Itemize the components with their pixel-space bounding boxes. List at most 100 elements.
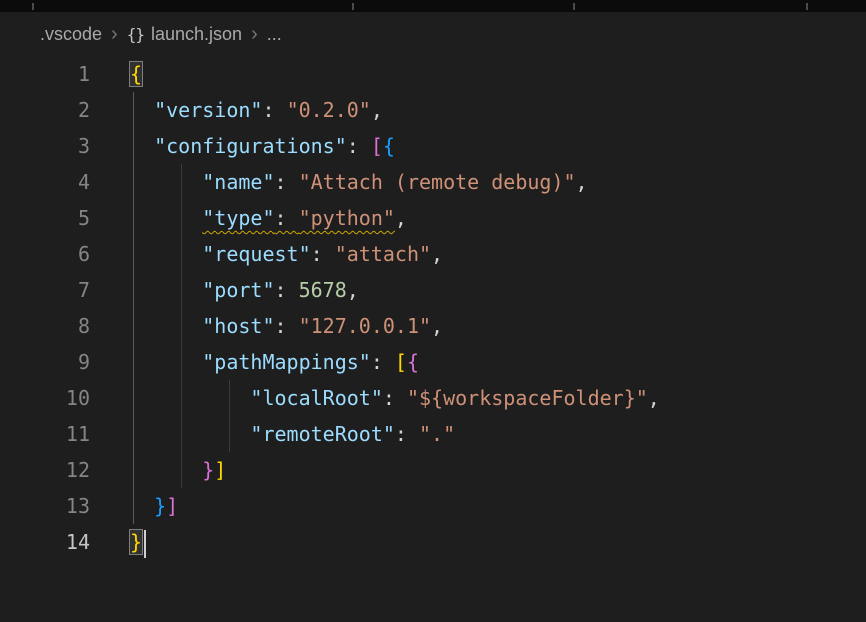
code-text[interactable]: "pathMappings": [{ bbox=[90, 344, 419, 380]
code-text[interactable]: }] bbox=[90, 452, 226, 488]
breadcrumb: .vscode › {} launch.json › ... bbox=[0, 12, 866, 56]
code-token: "Attach (remote debug)" bbox=[299, 170, 576, 194]
code-line[interactable]: 2 "version": "0.2.0", bbox=[0, 92, 866, 128]
breadcrumb-folder[interactable]: .vscode bbox=[40, 24, 102, 45]
code-line[interactable]: 13 }] bbox=[0, 488, 866, 524]
code-line[interactable]: 9 "pathMappings": [{ bbox=[0, 344, 866, 380]
code-line[interactable]: 3 "configurations": [{ bbox=[0, 128, 866, 164]
code-token: "name" bbox=[202, 170, 274, 194]
line-number[interactable]: 7 bbox=[0, 272, 90, 308]
code-token: { bbox=[383, 134, 395, 158]
line-number[interactable]: 5 bbox=[0, 200, 90, 236]
code-token: { bbox=[407, 350, 419, 374]
code-token: "configurations" bbox=[154, 134, 347, 158]
code-token bbox=[130, 170, 202, 194]
tab-separator bbox=[573, 3, 575, 10]
indent-guide bbox=[181, 164, 182, 488]
code-token bbox=[130, 350, 202, 374]
breadcrumb-file[interactable]: launch.json bbox=[151, 24, 242, 45]
code-text[interactable]: "request": "attach", bbox=[90, 236, 443, 272]
code-token: "127.0.0.1" bbox=[299, 314, 431, 338]
code-token: , bbox=[431, 242, 443, 266]
code-token: "remoteRoot" bbox=[250, 422, 395, 446]
code-token: , bbox=[431, 314, 443, 338]
line-number[interactable]: 1 bbox=[0, 56, 90, 92]
code-line[interactable]: 4 "name": "Attach (remote debug)", bbox=[0, 164, 866, 200]
tab-separator bbox=[352, 3, 354, 10]
line-number[interactable]: 2 bbox=[0, 92, 90, 128]
code-text[interactable]: "configurations": [{ bbox=[90, 128, 395, 164]
code-token: ] bbox=[214, 458, 226, 482]
indent-guide bbox=[229, 380, 230, 452]
line-number[interactable]: 6 bbox=[0, 236, 90, 272]
line-number[interactable]: 4 bbox=[0, 164, 90, 200]
tab-separator bbox=[32, 3, 34, 10]
code-token: , bbox=[347, 278, 359, 302]
code-line[interactable]: 1{ bbox=[0, 56, 866, 92]
code-token: "port" bbox=[202, 278, 274, 302]
code-lines: 1{2 "version": "0.2.0",3 "configurations… bbox=[0, 56, 866, 560]
text-cursor bbox=[144, 530, 146, 558]
code-line[interactable]: 14} bbox=[0, 524, 866, 560]
code-token: : bbox=[371, 350, 395, 374]
code-line[interactable]: 11 "remoteRoot": "." bbox=[0, 416, 866, 452]
code-text[interactable]: { bbox=[90, 56, 142, 92]
code-token: , bbox=[648, 386, 660, 410]
line-number[interactable]: 9 bbox=[0, 344, 90, 380]
code-token: : bbox=[262, 98, 286, 122]
code-token: "python" bbox=[299, 206, 395, 230]
code-token: "type" bbox=[202, 206, 274, 230]
tab-separator bbox=[806, 3, 808, 10]
code-text[interactable]: "remoteRoot": "." bbox=[90, 416, 455, 452]
code-line[interactable]: 6 "request": "attach", bbox=[0, 236, 866, 272]
code-text[interactable]: "name": "Attach (remote debug)", bbox=[90, 164, 588, 200]
code-token bbox=[130, 242, 202, 266]
matched-bracket: { bbox=[130, 62, 142, 86]
code-token: [ bbox=[371, 134, 383, 158]
code-token bbox=[130, 386, 250, 410]
code-token bbox=[130, 278, 202, 302]
line-number[interactable]: 12 bbox=[0, 452, 90, 488]
code-text[interactable]: } bbox=[90, 524, 146, 560]
code-token: : bbox=[311, 242, 335, 266]
line-number[interactable]: 3 bbox=[0, 128, 90, 164]
code-line[interactable]: 5 "type": "python", bbox=[0, 200, 866, 236]
code-text[interactable]: "localRoot": "${workspaceFolder}", bbox=[90, 380, 660, 416]
code-line[interactable]: 7 "port": 5678, bbox=[0, 272, 866, 308]
code-token: , bbox=[576, 170, 588, 194]
code-token: : bbox=[347, 134, 371, 158]
indent-guide bbox=[133, 92, 134, 524]
code-token: "host" bbox=[202, 314, 274, 338]
code-token: } bbox=[154, 494, 166, 518]
code-token: : bbox=[395, 422, 419, 446]
code-token: "." bbox=[419, 422, 455, 446]
line-number[interactable]: 11 bbox=[0, 416, 90, 452]
code-token: : bbox=[275, 170, 299, 194]
code-token bbox=[130, 422, 250, 446]
code-line[interactable]: 10 "localRoot": "${workspaceFolder}", bbox=[0, 380, 866, 416]
code-token: 5678 bbox=[299, 278, 347, 302]
code-token: , bbox=[395, 206, 407, 230]
line-number[interactable]: 10 bbox=[0, 380, 90, 416]
code-token bbox=[130, 314, 202, 338]
chevron-right-icon: › bbox=[111, 24, 118, 44]
line-number[interactable]: 14 bbox=[0, 524, 90, 560]
chevron-right-icon: › bbox=[251, 24, 258, 44]
editor[interactable]: 1{2 "version": "0.2.0",3 "configurations… bbox=[0, 56, 866, 622]
line-number[interactable]: 8 bbox=[0, 308, 90, 344]
line-number[interactable]: 13 bbox=[0, 488, 90, 524]
code-token: "localRoot" bbox=[250, 386, 382, 410]
code-text[interactable]: }] bbox=[90, 488, 178, 524]
code-text[interactable]: "port": 5678, bbox=[90, 272, 359, 308]
tab-bar bbox=[0, 0, 866, 12]
code-text[interactable]: "host": "127.0.0.1", bbox=[90, 308, 443, 344]
breadcrumb-symbol-ellipsis[interactable]: ... bbox=[267, 24, 282, 45]
code-token: , bbox=[371, 98, 383, 122]
code-line[interactable]: 8 "host": "127.0.0.1", bbox=[0, 308, 866, 344]
code-token: : bbox=[383, 386, 407, 410]
code-token: [ bbox=[395, 350, 407, 374]
code-text[interactable]: "type": "python", bbox=[90, 200, 407, 236]
code-token: : bbox=[275, 314, 299, 338]
code-token: ] bbox=[166, 494, 178, 518]
code-line[interactable]: 12 }] bbox=[0, 452, 866, 488]
